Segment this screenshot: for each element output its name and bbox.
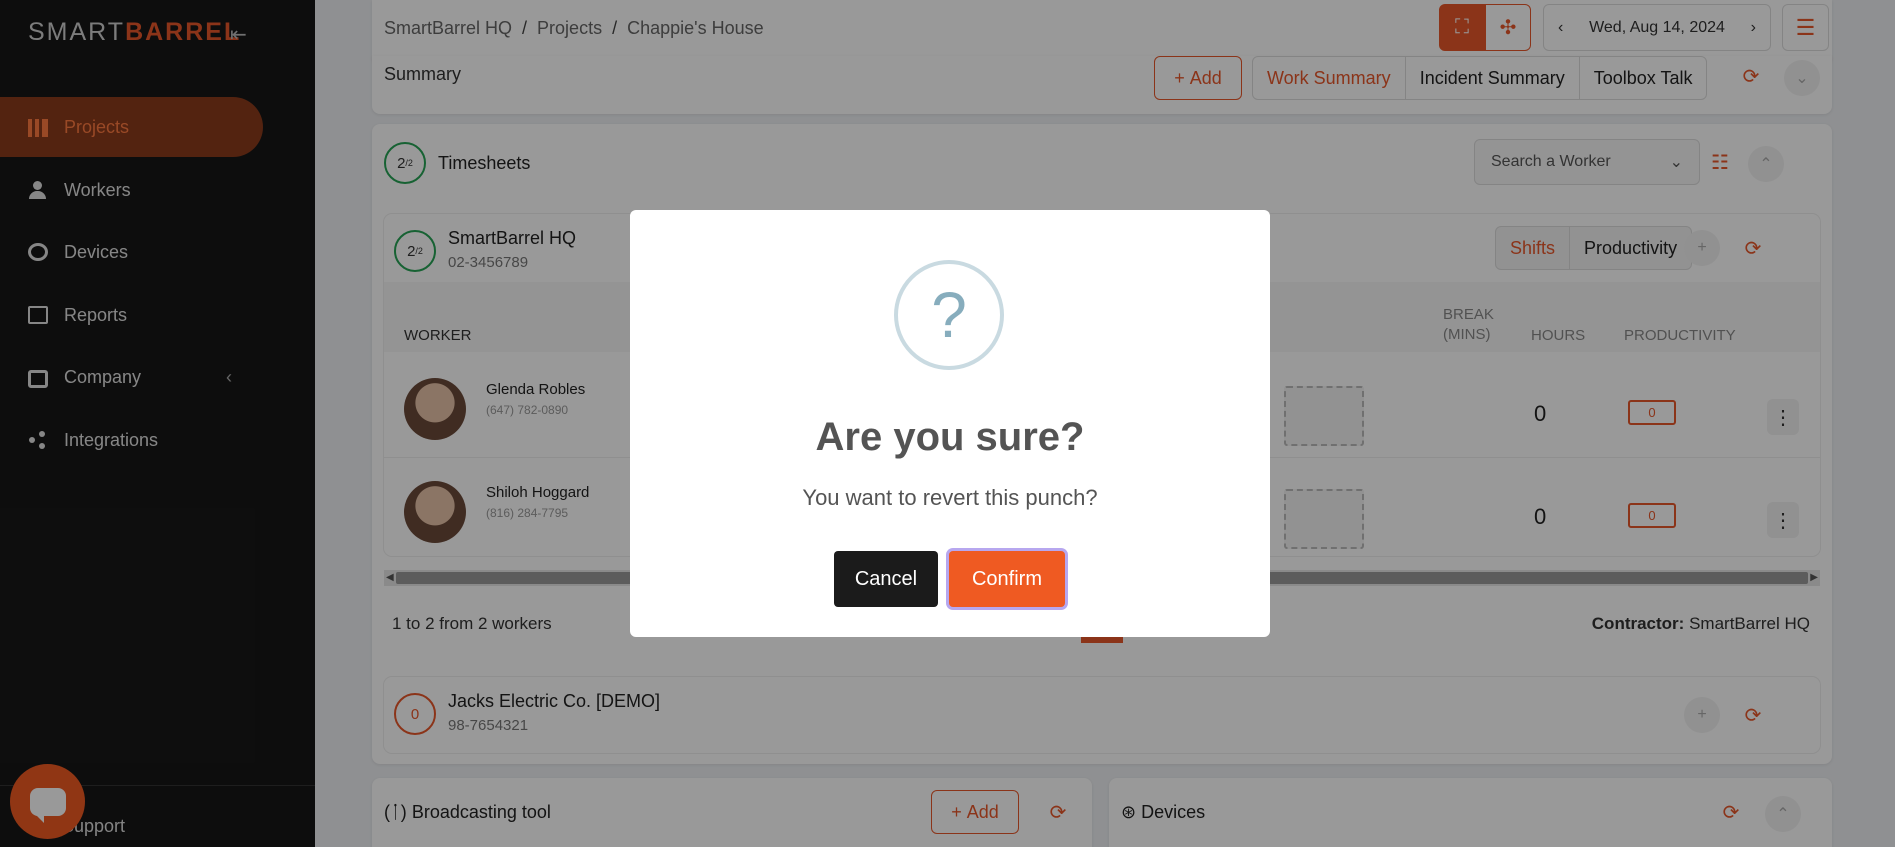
question-icon: ?: [894, 260, 1004, 370]
confirm-button[interactable]: Confirm: [949, 551, 1065, 607]
confirm-dialog: ? Are you sure? You want to revert this …: [630, 210, 1270, 637]
dialog-title: Are you sure?: [815, 415, 1085, 459]
cancel-button[interactable]: Cancel: [834, 551, 938, 607]
dialog-message: You want to revert this punch?: [802, 485, 1098, 510]
